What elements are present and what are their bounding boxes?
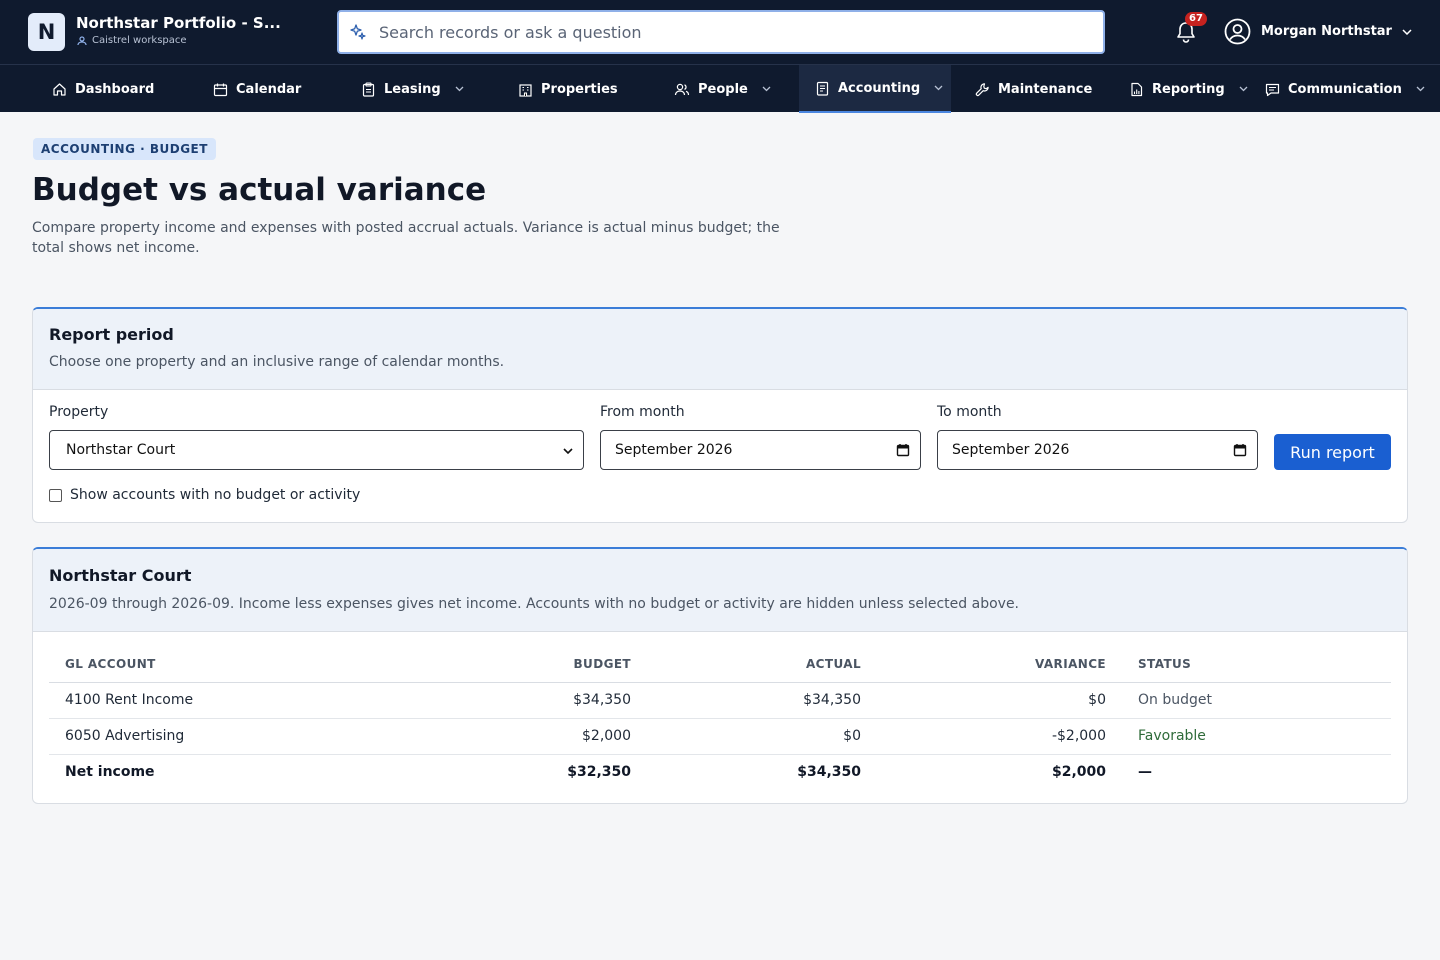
actual-cell: $0 [647, 718, 877, 755]
user-menu[interactable]: Morgan Northstar [1224, 18, 1412, 45]
results-card: Northstar Court 2026-09 through 2026-09.… [32, 547, 1408, 804]
to-month-label: To month [937, 404, 1002, 420]
page-subtitle: Compare property income and expenses wit… [32, 220, 780, 256]
workspace-label: Caistrel workspace [77, 35, 187, 46]
variance-table: GL ACCOUNT BUDGET ACTUAL VARIANCE STATUS… [49, 646, 1391, 790]
nav-maintenance[interactable]: Maintenance [975, 65, 1092, 113]
column-header: VARIANCE [877, 646, 1122, 683]
calendar-picker-icon[interactable] [1233, 443, 1247, 457]
nav-label: Leasing [384, 81, 441, 97]
show-empty-checkbox[interactable] [49, 488, 62, 502]
report-period-header: Report period Choose one property and an… [33, 309, 1407, 390]
calendar-picker-icon[interactable] [896, 443, 910, 457]
report-period-title: Report period [49, 325, 174, 344]
ledger-icon [816, 81, 829, 96]
user-avatar-icon [1224, 18, 1251, 45]
property-label: Property [49, 404, 109, 420]
report-icon [1131, 82, 1143, 96]
column-header: GL ACCOUNT [49, 646, 417, 683]
variance-cell: $0 [877, 682, 1122, 719]
report-period-card: Report period Choose one property and an… [32, 307, 1408, 523]
column-header: STATUS [1122, 646, 1391, 683]
column-header: BUDGET [417, 646, 647, 683]
run-report-button[interactable]: Run report [1274, 434, 1391, 470]
status-cell: — [1138, 764, 1152, 781]
variance-cell: -$2,000 [877, 718, 1122, 755]
variance-cell: $2,000 [1051, 764, 1106, 781]
workspace-icon [77, 35, 87, 45]
results-description: 2026-09 through 2026-09. Income less exp… [49, 596, 1020, 612]
from-month-label: From month [600, 404, 685, 420]
column-header: ACTUAL [647, 646, 877, 683]
workspace-name: Caistrel workspace [92, 35, 187, 46]
to-month-value: September 2026 [952, 442, 1070, 458]
nav-dashboard[interactable]: Dashboard [52, 65, 154, 113]
account-cell: 4100 Rent Income [49, 682, 417, 719]
nav-accounting[interactable]: Accounting [799, 65, 951, 113]
budget-cell: $32,350 [567, 764, 631, 781]
actual-cell: $34,350 [797, 764, 861, 781]
results-header: Northstar Court 2026-09 through 2026-09.… [33, 549, 1407, 632]
nav-reporting[interactable]: Reporting [1129, 65, 1248, 113]
nav-label: Accounting [838, 80, 921, 96]
chevron-down-icon [762, 86, 771, 92]
nav-label: People [698, 81, 748, 97]
nav-label: Dashboard [75, 81, 155, 97]
show-empty-accounts-option[interactable]: Show accounts with no budget or activity [49, 487, 360, 503]
people-icon [674, 83, 690, 95]
nav-label: Calendar [236, 81, 302, 97]
nav-label: Maintenance [998, 81, 1093, 97]
building-icon [519, 83, 532, 97]
budget-cell: $34,350 [417, 682, 647, 719]
home-icon [53, 82, 66, 96]
portfolio-name[interactable]: Northstar Portfolio - S... [76, 14, 281, 32]
property-select[interactable]: Northstar Court [49, 430, 584, 470]
app-logo[interactable]: N [28, 13, 65, 51]
show-empty-label: Show accounts with no budget or activity [70, 487, 361, 503]
chevron-down-icon [934, 85, 943, 91]
results-title: Northstar Court [49, 566, 192, 585]
message-icon [1265, 83, 1280, 96]
page-title: Budget vs actual variance [32, 172, 487, 208]
search-box[interactable] [337, 10, 1105, 54]
property-value: Northstar Court [66, 442, 176, 458]
nav-label: Reporting [1152, 81, 1225, 97]
sparkle-search-icon [350, 24, 366, 40]
status-cell: On budget [1122, 682, 1391, 719]
notification-badge: 67 [1185, 12, 1207, 26]
nav-people[interactable]: People [674, 65, 771, 113]
chevron-down-icon [1416, 86, 1425, 92]
chevron-down-icon [1402, 28, 1412, 35]
chevron-down-icon [1239, 86, 1248, 92]
report-period-description: Choose one property and an inclusive ran… [49, 354, 505, 370]
table-header-row: GL ACCOUNT BUDGET ACTUAL VARIANCE STATUS [49, 646, 1391, 683]
to-month-input[interactable]: September 2026 [937, 430, 1258, 470]
nav-properties[interactable]: Properties [518, 65, 618, 113]
top-bar: N Northstar Portfolio - S... Caistrel wo… [0, 0, 1440, 64]
table-row: 6050 Advertising $2,000 $0 -$2,000 Favor… [49, 718, 1391, 755]
table-row: 4100 Rent Income $34,350 $34,350 $0 On b… [49, 682, 1391, 719]
calendar-icon [213, 83, 228, 96]
chevron-down-icon [455, 86, 464, 92]
total-row: Net income $32,350 $34,350 $2,000 — [49, 754, 1391, 790]
user-name: Morgan Northstar [1261, 24, 1392, 39]
account-cell: Net income [65, 764, 155, 781]
wrench-icon [975, 82, 989, 96]
search-input[interactable] [379, 18, 1079, 46]
nav-communication[interactable]: Communication [1265, 65, 1425, 113]
breadcrumb: ACCOUNTING · BUDGET [33, 138, 216, 160]
from-month-value: September 2026 [615, 442, 733, 458]
actual-cell: $34,350 [647, 682, 877, 719]
account-cell: 6050 Advertising [49, 718, 417, 755]
from-month-input[interactable]: September 2026 [600, 430, 921, 470]
status-cell: Favorable [1122, 718, 1391, 755]
main-nav: Dashboard Calendar Leasing Properties Pe… [0, 64, 1440, 113]
clipboard-icon [362, 81, 375, 97]
nav-label: Communication [1288, 81, 1402, 97]
budget-cell: $2,000 [417, 718, 647, 755]
nav-calendar[interactable]: Calendar [213, 65, 301, 113]
chevron-down-icon [563, 448, 573, 455]
nav-leasing[interactable]: Leasing [361, 65, 464, 113]
nav-label: Properties [541, 81, 618, 97]
